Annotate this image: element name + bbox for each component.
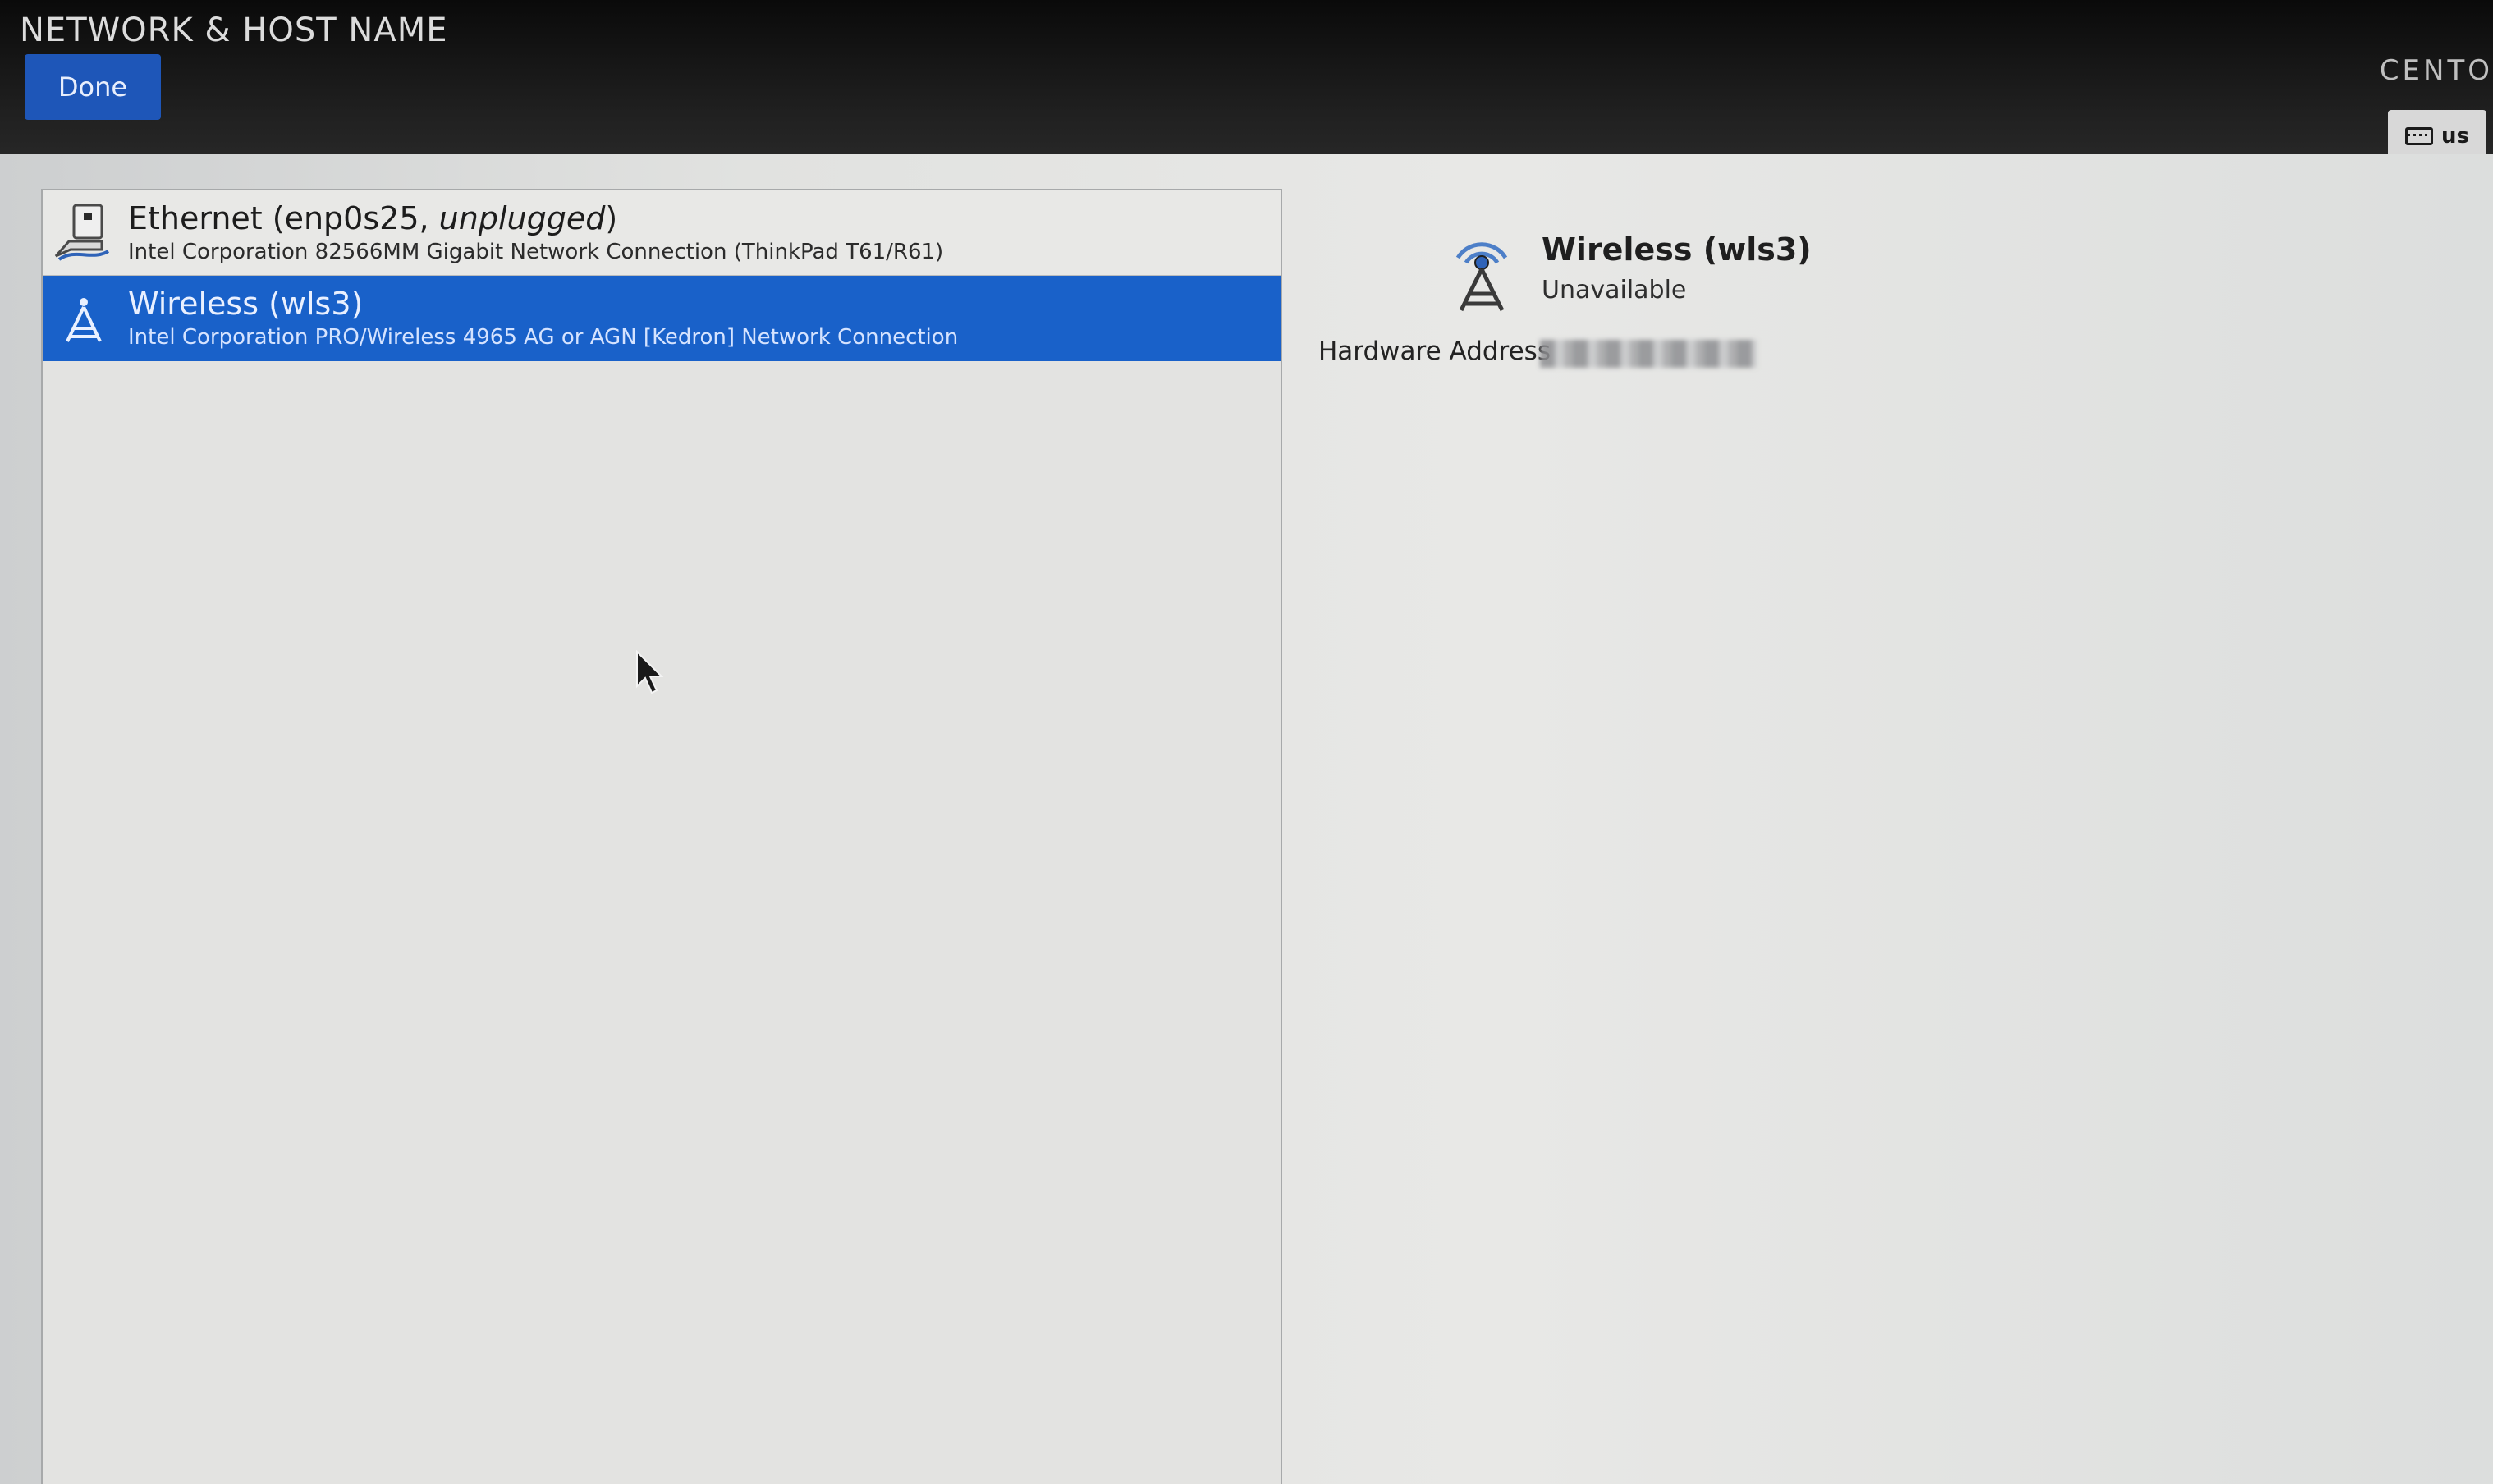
device-description: Intel Corporation PRO/Wireless 4965 AG o… (128, 325, 959, 350)
device-description: Intel Corporation 82566MM Gigabit Networ… (128, 240, 944, 264)
keyboard-icon (2405, 127, 2433, 145)
hardware-address-value-redacted (1540, 340, 1757, 368)
device-state: unplugged (438, 200, 606, 236)
keyboard-layout-label: us (2441, 124, 2469, 149)
wireless-tower-icon (66, 298, 102, 342)
ethernet-icon (54, 204, 110, 261)
device-list[interactable]: Ethernet (enp0s25, unplugged) Intel Corp… (41, 189, 1282, 1484)
device-detail-panel: Wireless (wls3) Unavailable Hardware Add… (1313, 228, 2463, 474)
done-button[interactable]: Done (25, 54, 161, 120)
detail-device-status: Unavailable (1542, 276, 1687, 305)
device-name-prefix: Ethernet (enp0s25, (128, 200, 439, 236)
device-name-suffix: ) (605, 200, 618, 236)
product-name: CENTO (2379, 54, 2493, 87)
device-name: Wireless (wls3) (128, 286, 364, 322)
hardware-address-label: Hardware Address (1318, 337, 1551, 366)
device-row-ethernet[interactable]: Ethernet (enp0s25, unplugged) Intel Corp… (43, 190, 1281, 276)
detail-device-name: Wireless (wls3) (1542, 231, 1812, 268)
page-title: NETWORK & HOST NAME (20, 11, 448, 49)
device-name: Ethernet (enp0s25, unplugged) (128, 200, 617, 236)
screen: NETWORK & HOST NAME Done CENTO us Ethern… (0, 0, 2493, 1484)
wireless-tower-icon (1455, 242, 1508, 312)
content-area: Ethernet (enp0s25, unplugged) Intel Corp… (0, 154, 2493, 1484)
mouse-pointer-icon (636, 650, 664, 694)
device-row-wireless[interactable]: Wireless (wls3) Intel Corporation PRO/Wi… (43, 276, 1281, 361)
